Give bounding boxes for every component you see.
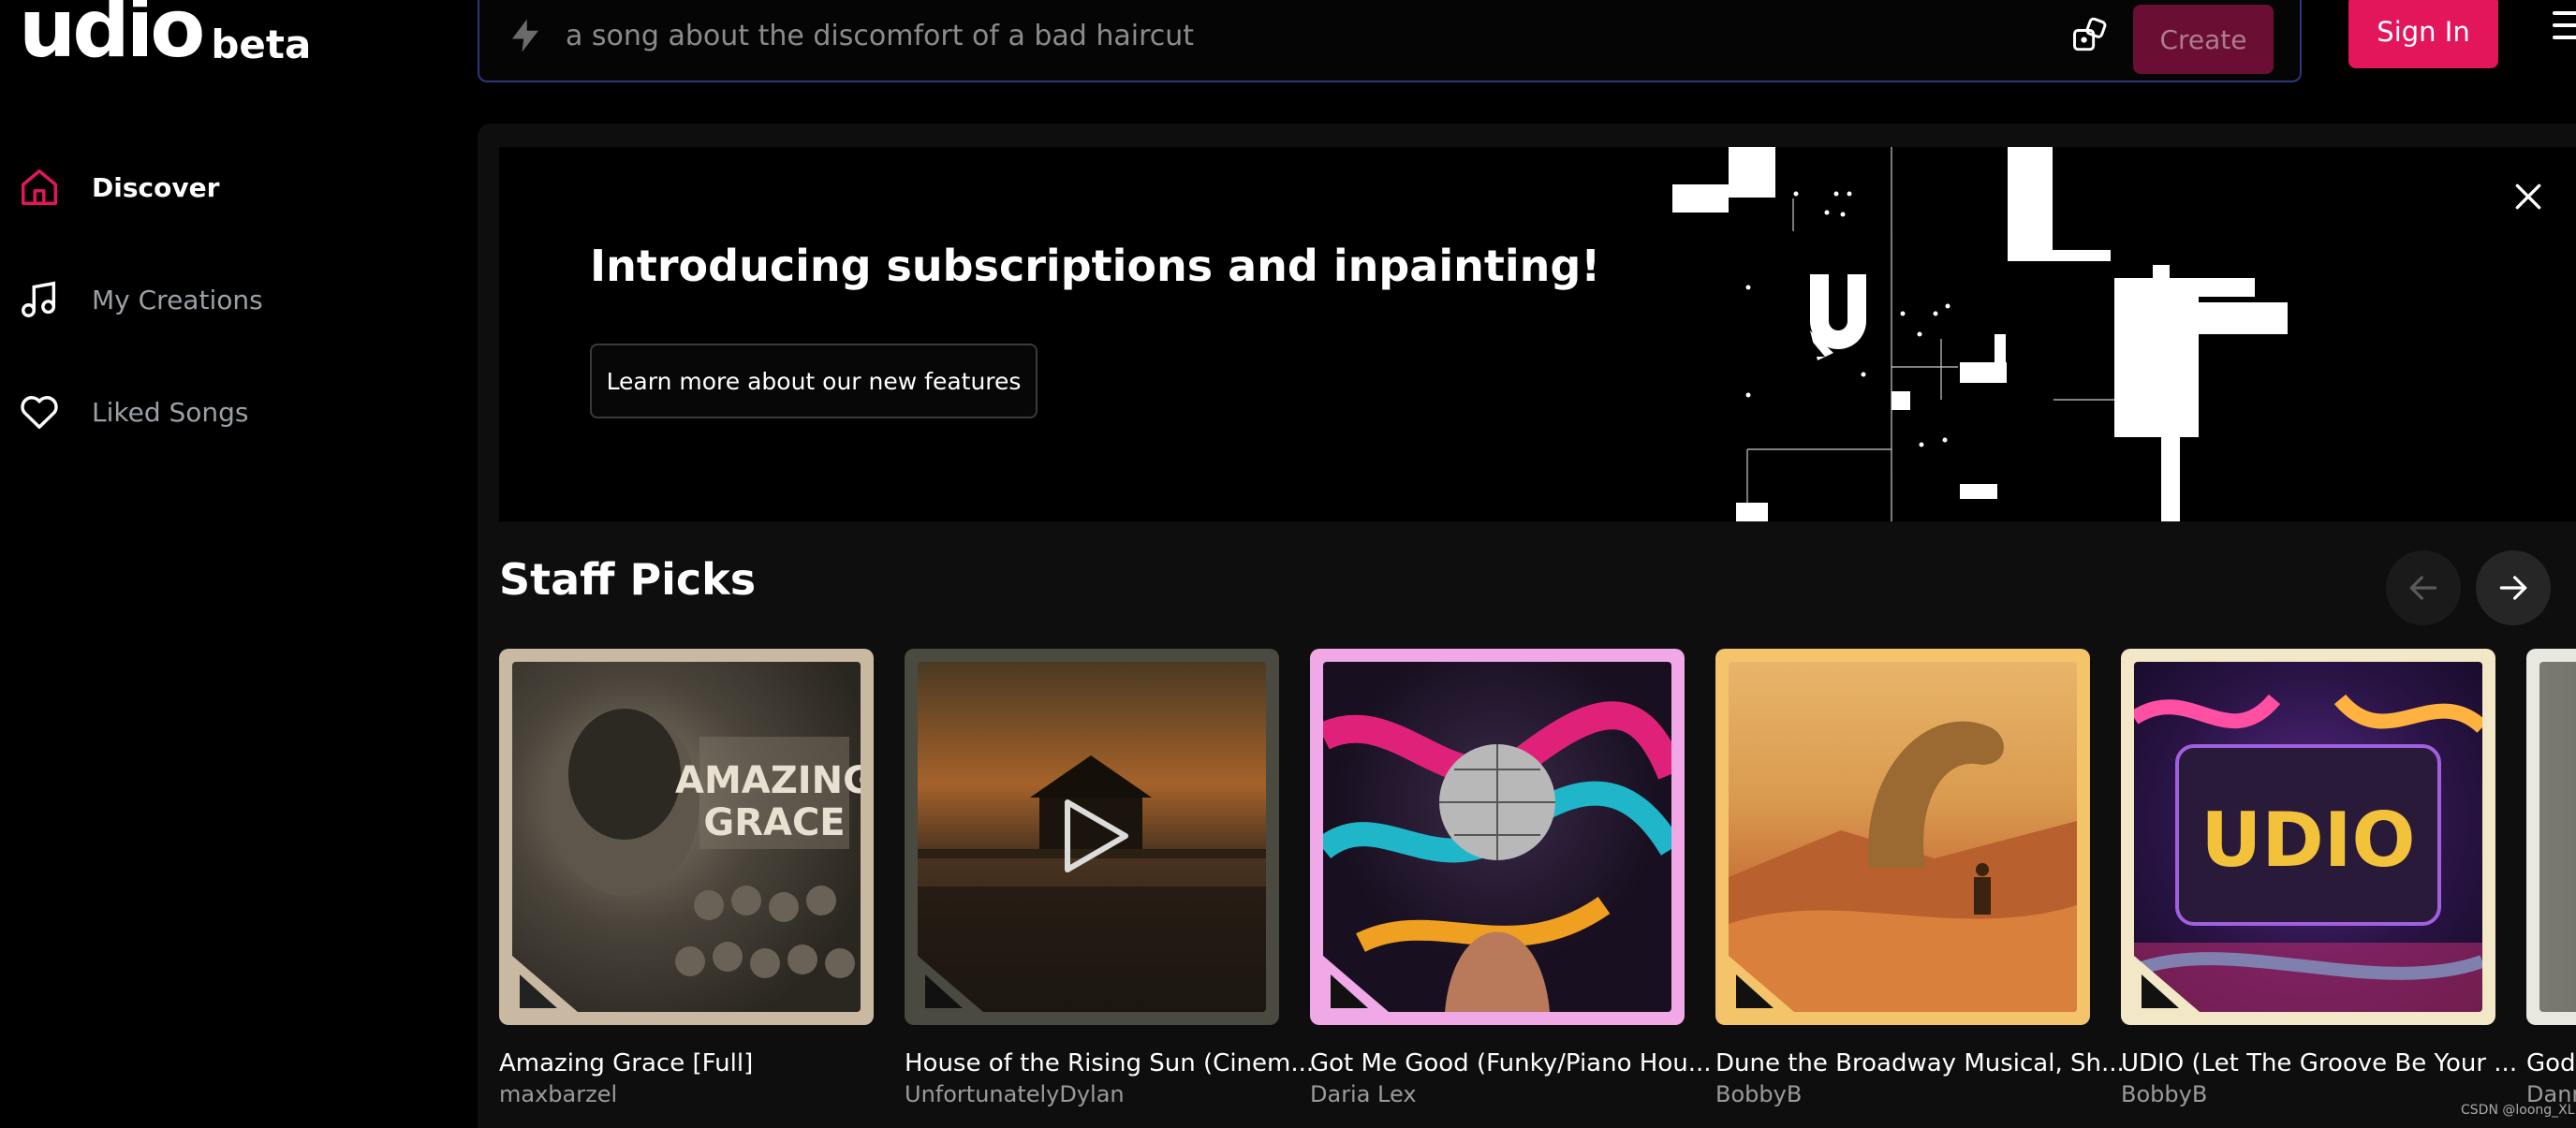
- sidebar-item-label: Discover: [92, 171, 220, 203]
- song-card[interactable]: Got Me Good (Funky/Piano Hou... Daria Le…: [1310, 649, 1712, 1128]
- song-card[interactable]: God, Dann: [2526, 649, 2576, 1107]
- song-stats: [1310, 1115, 1685, 1128]
- sidebar-item-label: Liked Songs: [92, 396, 249, 428]
- logo-wordmark: udio: [19, 0, 205, 76]
- arrow-right-icon: [2499, 576, 2527, 600]
- prompt-input[interactable]: [566, 19, 2064, 52]
- song-title[interactable]: Amazing Grace [Full]: [499, 1049, 874, 1077]
- svg-text:UDIO: UDIO: [2201, 797, 2415, 884]
- song-stats: [1715, 1115, 2090, 1128]
- song-title[interactable]: House of the Rising Sun (Cinem...: [905, 1049, 1314, 1077]
- carousel-next-button[interactable]: [2476, 550, 2551, 625]
- hamburger-menu-icon[interactable]: [2553, 11, 2576, 49]
- logo-beta-badge: beta: [211, 22, 312, 67]
- sidebar-nav: Discover My Creations Liked Songs: [0, 131, 468, 468]
- song-stats: [2121, 1115, 2495, 1128]
- prompt-bar: Create: [478, 0, 2302, 82]
- song-card-artwork[interactable]: [2526, 649, 2576, 1025]
- udio-corner-mark-icon: [2134, 956, 2200, 1012]
- close-banner-icon[interactable]: [2510, 178, 2547, 215]
- song-artist[interactable]: Daria Lex: [1310, 1081, 1685, 1107]
- song-card-artwork[interactable]: AMAZING GRACE: [499, 649, 874, 1025]
- song-stats: [905, 1115, 1279, 1128]
- song-artist[interactable]: BobbyB: [2121, 1081, 2495, 1107]
- announcement-banner: Introducing subscriptions and inpainting…: [499, 147, 2576, 521]
- song-card[interactable]: House of the Rising Sun (Cinem... Unfort…: [905, 649, 1314, 1128]
- watermark: CSDN @loong_XL: [2461, 1103, 2575, 1118]
- arrow-left-icon: [2409, 576, 2437, 600]
- udio-corner-mark-icon: [512, 956, 578, 1012]
- song-stats: [499, 1115, 874, 1128]
- song-card-artwork[interactable]: [1715, 649, 2090, 1025]
- home-icon: [17, 165, 62, 210]
- song-card-artwork[interactable]: UDIO: [2121, 649, 2495, 1025]
- create-button[interactable]: Create: [2133, 5, 2274, 74]
- song-card[interactable]: Dune the Broadway Musical, Sh... BobbyB: [1715, 649, 2125, 1128]
- random-prompt-dice-icon[interactable]: [2064, 9, 2116, 62]
- song-title[interactable]: Dune the Broadway Musical, Sh...: [1715, 1049, 2125, 1077]
- udio-logo[interactable]: udio beta: [19, 0, 311, 69]
- song-artist[interactable]: UnfortunatelyDylan: [905, 1081, 1279, 1107]
- svg-text:GRACE: GRACE: [703, 801, 845, 844]
- lightning-icon: [502, 12, 549, 59]
- song-card-artwork[interactable]: [905, 649, 1279, 1025]
- svg-text:AMAZING: AMAZING: [675, 759, 861, 802]
- sidebar-item-my-creations[interactable]: My Creations: [0, 243, 468, 356]
- song-title[interactable]: God,: [2526, 1049, 2576, 1077]
- banner-pixel-art: [1672, 147, 2288, 521]
- song-title[interactable]: Got Me Good (Funky/Piano Hou...: [1310, 1049, 1712, 1077]
- banner-title: Introducing subscriptions and inpainting…: [590, 241, 1601, 291]
- learn-more-button[interactable]: Learn more about our new features: [590, 344, 1038, 418]
- song-card[interactable]: AMAZING GRACE Amazing Grace [Full] maxba…: [499, 649, 874, 1128]
- song-artist[interactable]: maxbarzel: [499, 1081, 874, 1107]
- song-title[interactable]: UDIO (Let The Groove Be Your ...: [2121, 1049, 2517, 1077]
- song-card[interactable]: UDIO UDIO (Let The Groove Be Your ... Bo…: [2121, 649, 2517, 1128]
- staff-picks-title: Staff Picks: [499, 554, 757, 605]
- sidebar-item-liked-songs[interactable]: Liked Songs: [0, 356, 468, 468]
- heart-icon: [17, 389, 62, 434]
- udio-corner-mark-icon: [918, 956, 983, 1012]
- song-artist[interactable]: BobbyB: [1715, 1081, 2090, 1107]
- sidebar-item-discover[interactable]: Discover: [0, 131, 468, 243]
- sidebar-item-label: My Creations: [92, 284, 263, 315]
- song-card-artwork[interactable]: [1310, 649, 1685, 1025]
- udio-corner-mark-icon: [1323, 956, 1389, 1012]
- udio-corner-mark-icon: [1729, 956, 1794, 1012]
- sign-in-button[interactable]: Sign In: [2348, 0, 2498, 68]
- carousel-prev-button[interactable]: [2386, 550, 2461, 625]
- udio-discover-page: udio beta Discover My Creations Liked So…: [0, 0, 2576, 1128]
- music-note-icon: [17, 277, 62, 322]
